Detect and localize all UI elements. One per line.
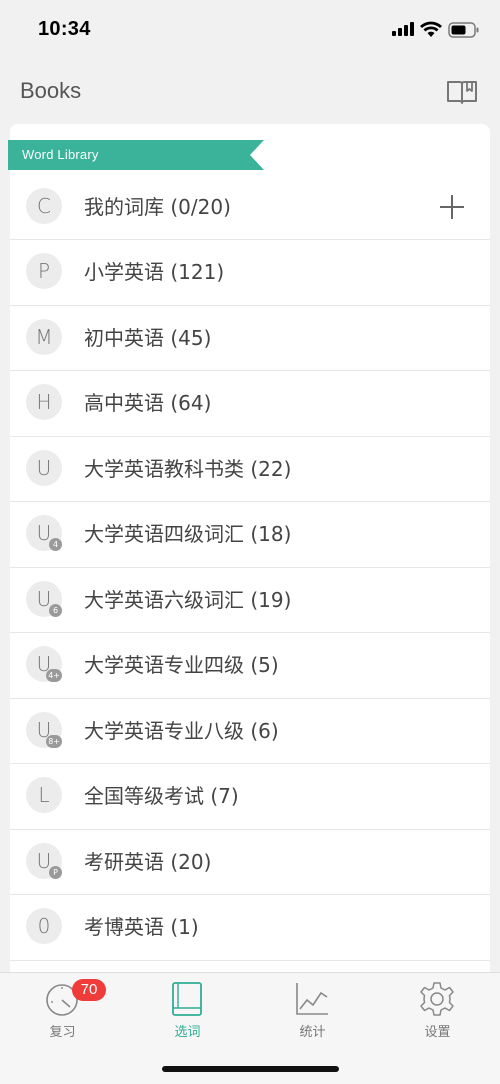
cellular-signal-icon bbox=[392, 22, 414, 36]
list-item[interactable]: UP 考研英语 (20) bbox=[10, 830, 490, 895]
list-item-label: 考博英语 (1) bbox=[84, 915, 199, 939]
tab-select-words[interactable]: 选词 bbox=[125, 973, 250, 1048]
list-item-label: 初中英语 (45) bbox=[84, 326, 212, 350]
list-item-my-library[interactable]: C 我的词库 (0/20) bbox=[10, 175, 490, 240]
list-item-label: 大学英语专业八级 (6) bbox=[84, 719, 279, 743]
list-item[interactable]: U 8+ 大学英语专业八级 (6) bbox=[10, 699, 490, 764]
tab-label: 设置 bbox=[424, 1025, 451, 1040]
letter-avatar: UP bbox=[26, 843, 62, 879]
gear-icon bbox=[420, 982, 454, 1016]
level-badge: 8+ bbox=[46, 735, 62, 748]
list-item-label: 大学英语四级词汇 (18) bbox=[84, 522, 292, 546]
tab-settings[interactable]: 设置 bbox=[375, 973, 500, 1048]
tab-label: 复习 bbox=[49, 1025, 76, 1040]
wifi-icon bbox=[420, 21, 442, 37]
letter-avatar: U 4+ bbox=[26, 646, 62, 682]
letter-avatar: C bbox=[26, 188, 62, 224]
tab-label: 统计 bbox=[299, 1025, 326, 1040]
page-title: Books bbox=[20, 78, 82, 103]
letter-avatar: 0 bbox=[26, 908, 62, 944]
status-time: 10:34 bbox=[38, 18, 91, 40]
ribbon-label: Word Library bbox=[22, 147, 99, 162]
list-item-label: 考研英语 (20) bbox=[84, 850, 212, 874]
home-indicator[interactable] bbox=[162, 1066, 339, 1072]
letter-avatar: U 8+ bbox=[26, 712, 62, 748]
list-item[interactable]: U6 大学英语六级词汇 (19) bbox=[10, 568, 490, 633]
list-item-label: 大学英语教科书类 (22) bbox=[84, 457, 292, 481]
list-item[interactable]: P 小学英语 (121) bbox=[10, 240, 490, 306]
list-item[interactable]: M 初中英语 (45) bbox=[10, 306, 490, 371]
level-badge: 4+ bbox=[46, 669, 62, 682]
list-item[interactable]: U 大学英语教科书类 (22) bbox=[10, 437, 490, 502]
list-item-label: 大学英语六级词汇 (19) bbox=[84, 588, 292, 612]
tab-review[interactable]: 70 复习 bbox=[0, 973, 125, 1048]
list-item-label: 全国等级考试 (7) bbox=[84, 784, 239, 808]
book-icon bbox=[172, 982, 202, 1016]
list-item-label: 高中英语 (64) bbox=[84, 391, 212, 415]
list-item-label: 我的词库 (0/20) bbox=[84, 195, 231, 219]
review-count-badge: 70 bbox=[72, 979, 106, 1001]
letter-avatar: P bbox=[26, 253, 62, 289]
list-item[interactable]: L 全国等级考试 (7) bbox=[10, 764, 490, 830]
add-icon[interactable] bbox=[438, 193, 466, 221]
tab-statistics[interactable]: 统计 bbox=[250, 973, 375, 1048]
level-badge: 4 bbox=[49, 538, 62, 551]
status-bar: 10:34 bbox=[0, 0, 500, 60]
list-item[interactable]: 0 考博英语 (1) bbox=[10, 895, 490, 961]
word-library-ribbon: Word Library bbox=[8, 140, 264, 170]
list-item-label: 小学英语 (121) bbox=[84, 260, 225, 284]
line-chart-icon bbox=[296, 983, 328, 1015]
list-item[interactable]: H 高中英语 (64) bbox=[10, 371, 490, 437]
letter-avatar: L bbox=[26, 777, 62, 813]
battery-icon bbox=[448, 22, 479, 38]
letter-avatar: M bbox=[26, 319, 62, 355]
level-badge: P bbox=[49, 866, 62, 879]
letter-avatar: H bbox=[26, 384, 62, 420]
level-badge: 6 bbox=[49, 604, 62, 617]
letter-avatar: U bbox=[26, 450, 62, 486]
letter-avatar: U6 bbox=[26, 581, 62, 617]
open-book-icon[interactable] bbox=[445, 78, 479, 106]
list-item-label: 大学英语专业四级 (5) bbox=[84, 653, 279, 677]
list-item[interactable]: U4 大学英语四级词汇 (18) bbox=[10, 502, 490, 568]
tab-label: 选词 bbox=[174, 1025, 201, 1040]
letter-avatar: U4 bbox=[26, 515, 62, 551]
list-item[interactable]: U 4+ 大学英语专业四级 (5) bbox=[10, 633, 490, 699]
